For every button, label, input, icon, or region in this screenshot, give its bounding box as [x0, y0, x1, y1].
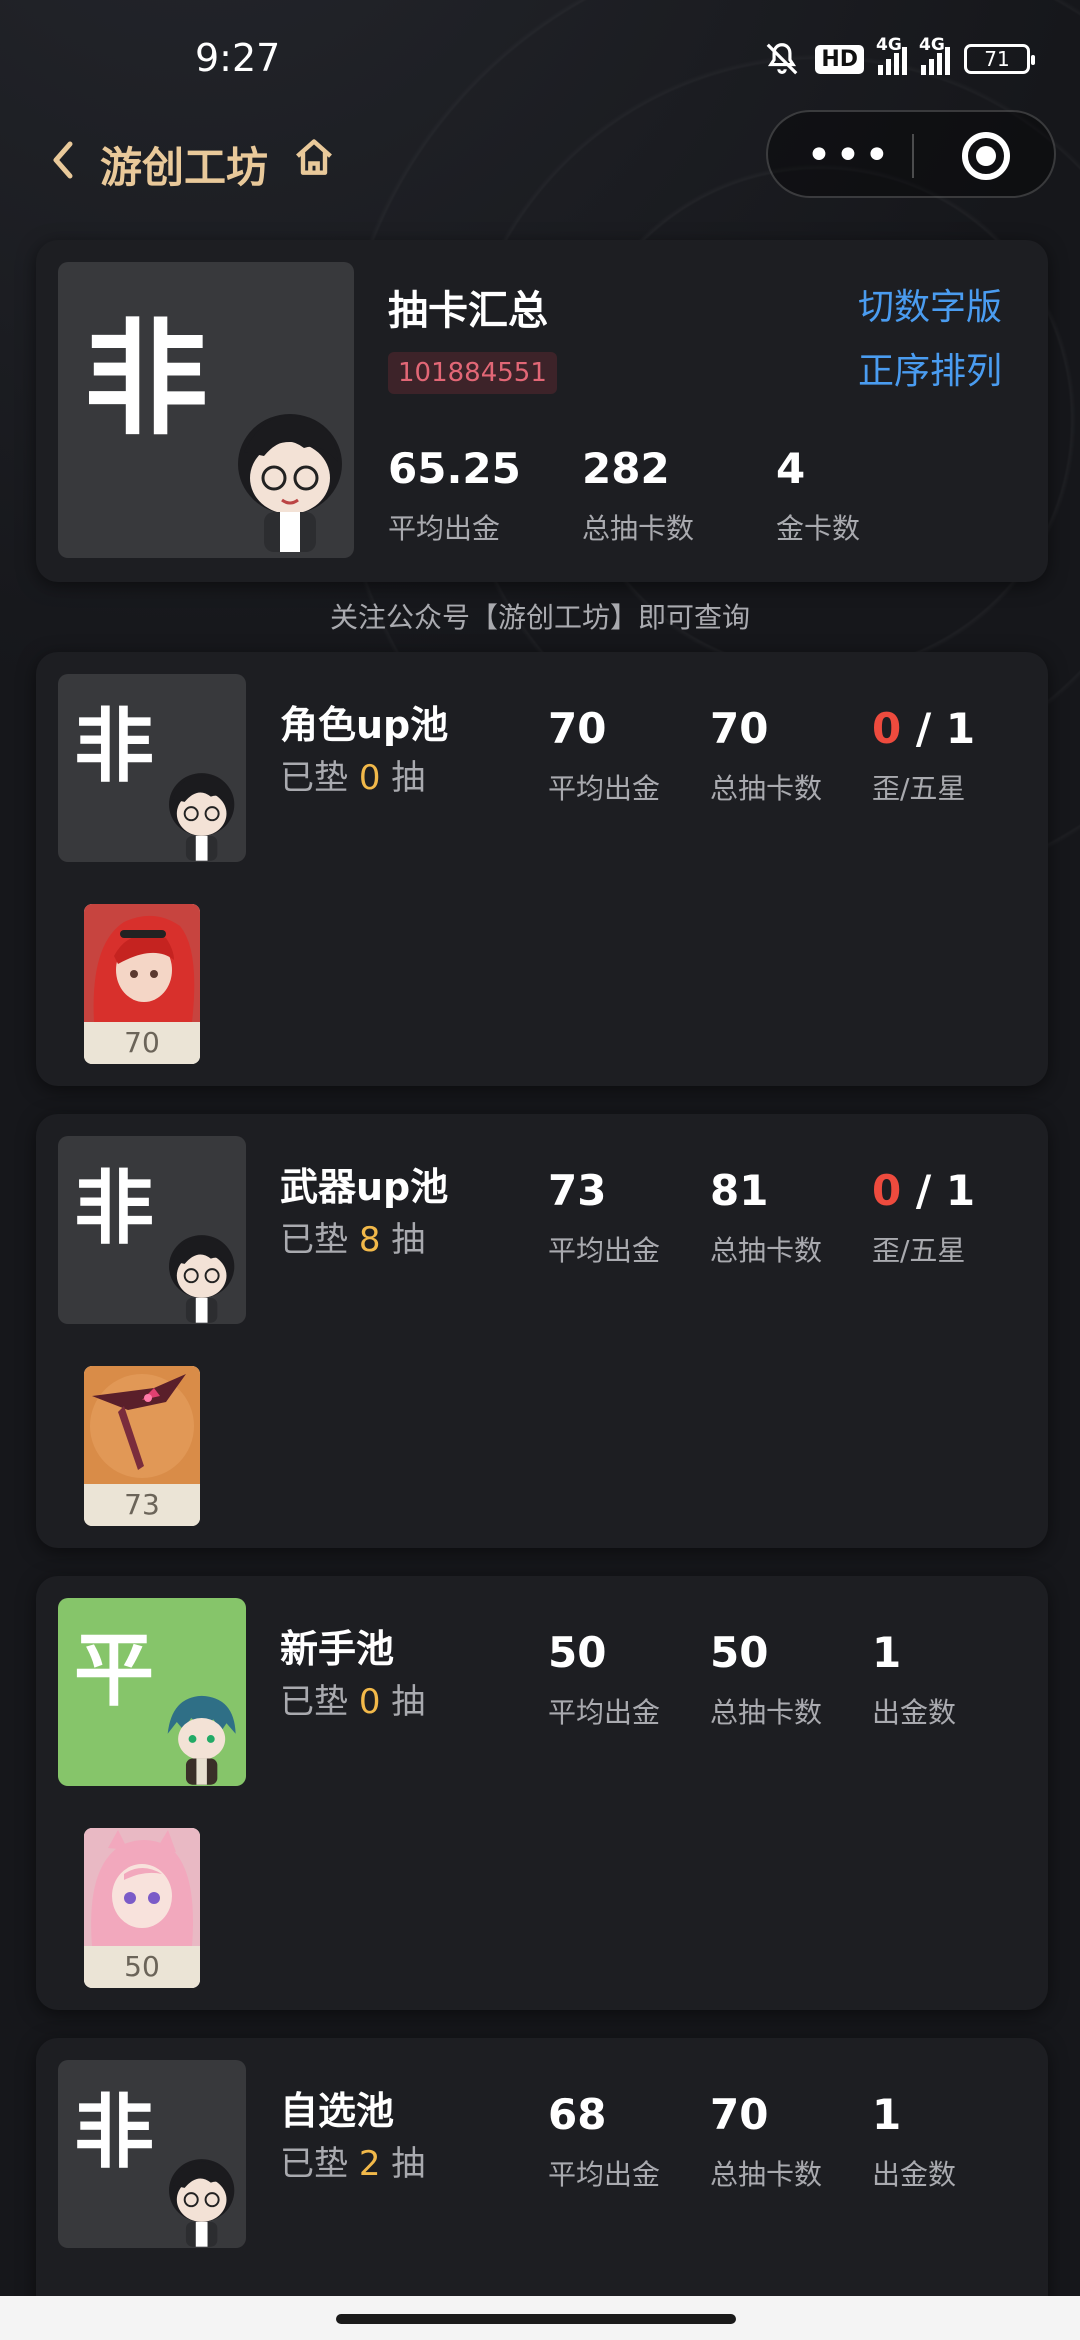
- pool-badge: 非: [58, 1136, 246, 1324]
- item-pull-count: 73: [84, 1484, 200, 1526]
- chibi-avatar: [167, 1695, 236, 1785]
- five-star-item[interactable]: 50: [84, 1828, 200, 1988]
- uid-badge: 101884551: [388, 352, 557, 394]
- sort-order-link[interactable]: 正序排列: [858, 342, 1002, 394]
- summary-stat-avg: 65.25 平均出金: [388, 444, 521, 545]
- pool-name: 角色up池: [280, 703, 449, 747]
- pool-name: 自选池: [280, 2089, 395, 2133]
- five-star-item[interactable]: 70: [84, 904, 200, 1064]
- pool-stat-total: 70 总抽卡数: [710, 704, 823, 805]
- pool-badge: 平: [58, 1598, 246, 1786]
- pity-text: 已垫 8 抽: [280, 1220, 426, 1260]
- chevron-left-icon[interactable]: [48, 138, 78, 182]
- summary-stat-gold: 4 金卡数: [776, 444, 861, 545]
- more-dots-icon[interactable]: •••: [806, 130, 893, 181]
- hd-badge: HD: [815, 44, 864, 74]
- status-bar: 9:27 HD 4G 4G 71: [0, 0, 1080, 110]
- mute-bell-icon: [766, 43, 798, 75]
- five-star-item[interactable]: 73: [84, 1366, 200, 1526]
- summary-card: 非 抽卡汇总 101884551 切数字版 正序排列 65.25 平均出金 28…: [36, 240, 1048, 582]
- pool-stat-off-rate: 0 / 1 歪/五星: [872, 1166, 976, 1267]
- item-pull-count: 70: [84, 1022, 200, 1064]
- pool-stat-gold-count: 1 出金数: [872, 1628, 957, 1729]
- pity-text: 已垫 0 抽: [280, 1682, 426, 1722]
- pool-stat-avg: 73 平均出金: [548, 1166, 661, 1267]
- character-portrait-pink-hair: [84, 1828, 200, 1946]
- nav-bar: 游创工坊 •••: [0, 110, 1080, 204]
- notice-text: 关注公众号【游创工坊】即可查询: [329, 601, 750, 634]
- pool-name: 武器up池: [280, 1165, 449, 1209]
- home-indicator: [0, 2296, 1080, 2340]
- item-pull-count: 50: [84, 1946, 200, 1988]
- battery-icon: 71: [964, 44, 1035, 74]
- pool-stat-avg: 68 平均出金: [548, 2090, 661, 2191]
- switch-number-version-link[interactable]: 切数字版: [858, 278, 1002, 330]
- pity-text: 已垫 2 抽: [280, 2144, 426, 2184]
- capsule-divider: [912, 134, 914, 178]
- pool-card-weapon[interactable]: 非 武器up池 已垫 8 抽 73 平均出金 81 总抽卡数 0 / 1 歪/五…: [36, 1114, 1048, 1548]
- status-icons: HD 4G 4G 71: [763, 35, 1035, 78]
- summary-title: 抽卡汇总: [388, 288, 548, 334]
- page-title: 游创工坊: [100, 143, 269, 192]
- home-icon[interactable]: [292, 136, 336, 180]
- pool-stat-gold-count: 1 出金数: [872, 2090, 957, 2191]
- pool-stat-total: 81 总抽卡数: [710, 1166, 823, 1267]
- summary-stat-total: 282 总抽卡数: [582, 444, 695, 545]
- pool-badge: 非: [58, 674, 246, 862]
- pity-text: 已垫 0 抽: [280, 758, 426, 798]
- character-portrait-red-hair: [84, 904, 200, 1022]
- pool-card-character[interactable]: 非 角色up池 已垫 0 抽 70 平均出金 70 总抽卡数 0 / 1 歪/五…: [36, 652, 1048, 1086]
- pool-name: 新手池: [280, 1627, 395, 1671]
- home-indicator-bar[interactable]: [336, 2314, 736, 2324]
- pool-stat-avg: 50 平均出金: [548, 1628, 661, 1729]
- chibi-avatar: [168, 2159, 235, 2247]
- pool-stat-total: 70 总抽卡数: [710, 2090, 823, 2191]
- pool-card-beginner[interactable]: 平 新手池 已垫 0 抽 50 平均出金 50 总抽卡数 1 出金数 50: [36, 1576, 1048, 2010]
- pool-badge: 非: [58, 2060, 246, 2248]
- chibi-avatar: [168, 773, 235, 861]
- status-time: 9:27: [195, 36, 281, 80]
- pool-card-selector[interactable]: 非 自选池 已垫 2 抽 68 平均出金 70 总抽卡数 1 出金数: [36, 2038, 1048, 2340]
- pool-stat-avg: 70 平均出金: [548, 704, 661, 805]
- weapon-art: [84, 1366, 200, 1484]
- pool-stat-total: 50 总抽卡数: [710, 1628, 823, 1729]
- signal-icon: 4G: [876, 35, 907, 75]
- mini-program-capsule: •••: [766, 110, 1056, 198]
- summary-badge: 非: [58, 262, 354, 558]
- target-icon[interactable]: [962, 132, 1010, 180]
- chibi-avatar: [238, 414, 342, 552]
- signal-icon: 4G: [919, 35, 950, 75]
- chibi-avatar: [168, 1235, 235, 1323]
- pool-stat-off-rate: 0 / 1 歪/五星: [872, 704, 976, 805]
